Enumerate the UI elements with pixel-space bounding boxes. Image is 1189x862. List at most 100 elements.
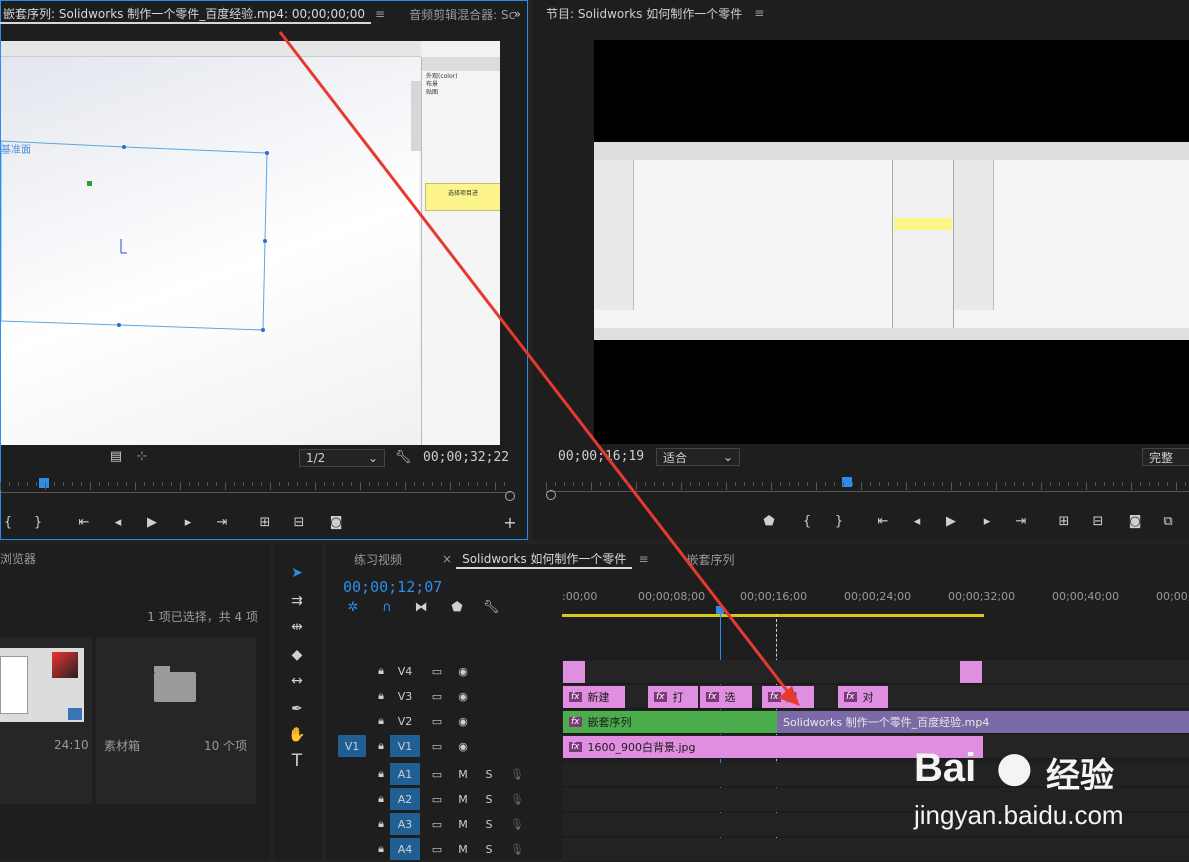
camera-icon[interactable]: ◙ xyxy=(327,513,345,531)
go-to-out-button[interactable]: ⇥ xyxy=(213,513,231,531)
microphone-icon[interactable]: 🎙︎ xyxy=(502,813,532,835)
source-patch-button[interactable]: V1 xyxy=(338,735,366,757)
pen-tool-icon[interactable]: ✒ xyxy=(286,698,308,720)
program-step-forward-button[interactable]: ▸ xyxy=(978,512,996,530)
tab-close-icon[interactable]: × xyxy=(438,552,456,566)
track-name[interactable]: V1 xyxy=(390,735,420,757)
program-play-button[interactable]: ▶ xyxy=(942,512,960,530)
step-forward-button[interactable]: ▸ xyxy=(179,513,197,531)
slip-tool-icon[interactable]: ↔ xyxy=(286,670,308,692)
tab-menu-icon[interactable]: ≡ xyxy=(371,7,389,21)
step-back-button[interactable]: ◂ xyxy=(109,513,127,531)
program-go-to-out-button[interactable]: ⇥ xyxy=(1012,512,1030,530)
program-title[interactable]: 节目: Solidworks 如何制作一个零件 xyxy=(540,5,748,22)
program-mark-in-button[interactable]: { xyxy=(800,512,814,530)
selection-tool-icon[interactable]: ➤ xyxy=(286,562,308,584)
insert-icon[interactable]: ⊞ xyxy=(255,513,275,531)
snap-icon[interactable]: ✲ xyxy=(344,600,362,615)
v2-clip-nested[interactable]: fx 嵌套序列 xyxy=(563,711,777,733)
v3-clip-select[interactable]: fx 选 xyxy=(700,686,752,708)
hand-tool-icon[interactable]: ✋ xyxy=(286,724,308,746)
tab-menu-icon[interactable]: ≡ xyxy=(632,552,654,566)
program-camera-icon[interactable]: ◙ xyxy=(1126,512,1144,530)
add-marker-button[interactable]: ⬟ xyxy=(762,512,776,530)
razor-tool-icon[interactable]: ◆ xyxy=(286,644,308,666)
program-time-ruler[interactable] xyxy=(546,474,1189,492)
magnet-icon[interactable]: ∩ xyxy=(378,600,396,615)
type-tool-icon[interactable]: T xyxy=(286,750,308,772)
program-mark-out-button[interactable]: } xyxy=(832,512,846,530)
compare-icon[interactable]: ⧉ xyxy=(1158,512,1178,530)
project-panel-title[interactable]: 浏览器 xyxy=(0,550,36,567)
settings-icon[interactable]: ⊹ xyxy=(135,449,149,464)
program-go-to-in-button[interactable]: ⇤ xyxy=(874,512,892,530)
v3-clip-open[interactable]: fx 打 xyxy=(648,686,698,708)
source-time-ruler[interactable] xyxy=(1,475,511,493)
add-button[interactable]: + xyxy=(501,513,519,532)
tab-source-nested[interactable]: 嵌套序列: Solidworks 制作一个零件_百度经验.mp4: 00;00;… xyxy=(0,5,372,24)
track-name[interactable]: V4 xyxy=(390,660,420,682)
project-item-sequence[interactable]: 24:10 xyxy=(0,638,92,804)
play-button[interactable]: ▶ xyxy=(143,513,161,531)
microphone-icon[interactable]: 🎙︎ xyxy=(502,838,532,860)
microphone-icon[interactable]: 🎙︎ xyxy=(502,763,532,785)
solo-button[interactable]: S xyxy=(474,788,504,810)
v3-clip-use[interactable]: fx 用 xyxy=(762,686,814,708)
eye-icon[interactable]: ◉ xyxy=(448,685,478,707)
ripple-edit-tool-icon[interactable]: ⇹ xyxy=(286,616,308,638)
scale-select[interactable]: 1/2 ⌄ xyxy=(299,449,385,467)
extract-icon[interactable]: ⊟ xyxy=(1088,512,1108,530)
marker-icon[interactable]: ⬟ xyxy=(448,600,466,615)
program-zoom-handle[interactable] xyxy=(546,490,556,500)
source-timecode[interactable]: 00;00;32;22 xyxy=(423,450,509,465)
v4-clip-end[interactable] xyxy=(960,661,982,683)
track-name[interactable]: A3 xyxy=(390,813,420,835)
mark-out-button[interactable]: } xyxy=(31,513,45,531)
source-playhead[interactable] xyxy=(39,478,49,488)
sw-tree-item-decal[interactable]: 贴图 xyxy=(426,89,496,97)
a4-lane[interactable] xyxy=(562,838,1189,862)
eye-icon[interactable]: ◉ xyxy=(448,735,478,757)
lift-icon[interactable]: ⊞ xyxy=(1054,512,1074,530)
track-name[interactable]: A2 xyxy=(390,788,420,810)
program-timecode[interactable]: 00;00;16;19 xyxy=(558,449,644,464)
timeline-playhead-head[interactable] xyxy=(716,606,724,614)
linked-selection-icon[interactable]: ⧓ xyxy=(412,600,430,615)
program-menu-icon[interactable]: ≡ xyxy=(748,6,770,20)
overwrite-icon[interactable]: ⊟ xyxy=(289,513,309,531)
go-to-in-button[interactable]: ⇤ xyxy=(75,513,93,531)
v3-clip-align[interactable]: fx 对 xyxy=(838,686,888,708)
quality-select[interactable]: 完整 xyxy=(1142,448,1189,466)
export-frame-icon[interactable]: ▤ xyxy=(109,449,123,464)
v4-clip-start[interactable] xyxy=(563,661,585,683)
eye-icon[interactable]: ◉ xyxy=(448,710,478,732)
work-area-bar[interactable] xyxy=(562,614,984,617)
tab-practice-video[interactable]: 练习视频 xyxy=(348,551,408,568)
v3-clip-new[interactable]: fx 新建 xyxy=(563,686,625,708)
track-name[interactable]: V2 xyxy=(390,710,420,732)
track-name[interactable]: A1 xyxy=(390,763,420,785)
wrench-icon[interactable]: 🔧︎ xyxy=(395,449,412,465)
v4-lane[interactable] xyxy=(562,660,1189,684)
sw-tree-item-appearance[interactable]: 外观(color) xyxy=(426,73,496,81)
microphone-icon[interactable]: 🎙︎ xyxy=(502,788,532,810)
solo-button[interactable]: S xyxy=(474,838,504,860)
chevron-icon[interactable]: » xyxy=(508,7,527,21)
track-select-tool-icon[interactable]: ⇉ xyxy=(286,590,308,612)
fit-select[interactable]: 适合 ⌄ xyxy=(656,448,740,466)
project-item-bin[interactable]: 素材箱 10 个项 xyxy=(96,638,256,804)
v2-clip-video[interactable]: Solidworks 制作一个零件_百度经验.mp4 xyxy=(777,711,1189,733)
eye-icon[interactable]: ◉ xyxy=(448,660,478,682)
timeline-wrench-icon[interactable]: 🔧︎ xyxy=(482,600,500,615)
tab-nested-sequence[interactable]: 嵌套序列 xyxy=(681,551,741,568)
program-step-back-button[interactable]: ◂ xyxy=(908,512,926,530)
tab-main-sequence[interactable]: Solidworks 如何制作一个零件 xyxy=(456,550,633,569)
solo-button[interactable]: S xyxy=(474,813,504,835)
track-name[interactable]: V3 xyxy=(390,685,420,707)
timeline-timecode[interactable]: 00;00;12;07 xyxy=(343,578,442,596)
tab-audio-mixer[interactable]: 音频剪辑混合器: Sc xyxy=(403,6,521,23)
mark-in-button[interactable]: { xyxy=(1,513,15,531)
sw-tree-item-scene[interactable]: 布景 xyxy=(426,81,496,89)
track-name[interactable]: A4 xyxy=(390,838,420,860)
source-zoom-handle[interactable] xyxy=(505,491,515,501)
